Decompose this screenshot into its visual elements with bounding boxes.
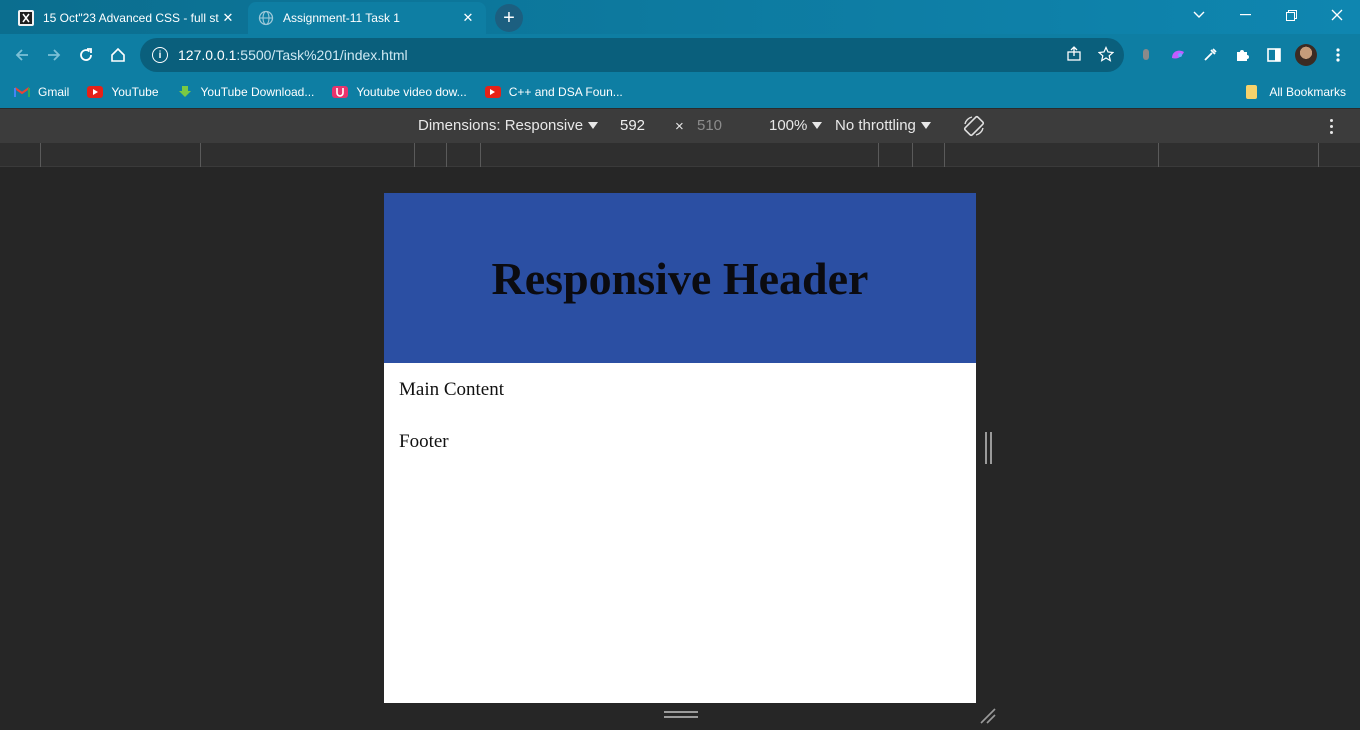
extension-ai-icon[interactable] xyxy=(1167,44,1189,66)
rotate-icon[interactable] xyxy=(962,114,986,138)
globe-icon xyxy=(258,10,274,26)
download-icon xyxy=(177,86,193,98)
address-bar[interactable]: i 127.0.0.1:5500/Task%201/index.html xyxy=(140,38,1124,72)
home-icon[interactable] xyxy=(104,41,132,69)
zoom-value: 100% xyxy=(769,117,808,134)
height-value: 510 xyxy=(697,117,723,134)
tab-title: 15 Oct"23 Advanced CSS - full st xyxy=(43,11,219,25)
close-tab-icon[interactable]: ✕ xyxy=(220,10,236,26)
bookmarks-bar: Gmail YouTube YouTube Download... Youtub… xyxy=(0,76,1360,108)
bookmark-gmail[interactable]: Gmail xyxy=(14,85,69,99)
close-window-icon[interactable] xyxy=(1314,0,1360,30)
u-icon xyxy=(332,86,349,98)
height-input[interactable]: 510 xyxy=(697,117,722,134)
all-bookmarks-label: All Bookmarks xyxy=(1269,85,1346,99)
url-path: :5500/Task%201/index.html xyxy=(236,47,408,63)
menu-icon[interactable] xyxy=(1327,44,1349,66)
youtube-icon xyxy=(484,86,501,98)
header-title: Responsive Header xyxy=(491,252,869,304)
restore-icon[interactable] xyxy=(1268,0,1314,30)
bookmark-youtube-video-downloader[interactable]: Youtube video dow... xyxy=(332,85,467,99)
zoom-dropdown[interactable]: 100% xyxy=(769,117,823,134)
bookmark-label: Youtube video dow... xyxy=(356,85,467,99)
media-query-ruler xyxy=(0,143,1360,167)
back-icon[interactable] xyxy=(8,41,36,69)
browser-toolbar: i 127.0.0.1:5500/Task%201/index.html xyxy=(0,34,1360,76)
tab-active[interactable]: Assignment-11 Task 1 ✕ xyxy=(248,2,486,34)
caret-down-icon xyxy=(588,122,599,129)
url-host: 127.0.0.1 xyxy=(178,47,237,63)
throttling-dropdown[interactable]: No throttling xyxy=(835,117,931,134)
share-icon[interactable] xyxy=(1062,42,1086,66)
width-input[interactable]: 592 xyxy=(620,117,645,134)
responsive-viewport: Responsive Header Main Content Footer xyxy=(384,193,976,703)
site-header: Responsive Header xyxy=(384,193,976,363)
tab-strip: 15 Oct"23 Advanced CSS - full st ✕ Assig… xyxy=(0,0,1360,34)
main-content: Main Content xyxy=(399,379,505,400)
bookmark-label: C++ and DSA Foun... xyxy=(508,85,623,99)
bottom-resize-handle[interactable] xyxy=(664,711,698,719)
times-icon: × xyxy=(675,118,684,135)
gmail-icon xyxy=(14,86,30,98)
bookmark-cpp-dsa[interactable]: C++ and DSA Foun... xyxy=(484,85,623,99)
forward-icon[interactable] xyxy=(40,41,68,69)
width-value: 592 xyxy=(620,117,646,134)
bookmark-youtube-downloader[interactable]: YouTube Download... xyxy=(177,85,315,99)
close-tab-icon[interactable]: ✕ xyxy=(460,10,476,26)
caret-down-icon xyxy=(812,122,823,129)
bookmark-youtube[interactable]: YouTube xyxy=(87,85,159,99)
device-toolbar: Dimensions: Responsive 592 × 510 100% No… xyxy=(0,108,1360,143)
tab-inactive[interactable]: 15 Oct"23 Advanced CSS - full st ✕ xyxy=(8,2,246,34)
corner-resize-handle[interactable] xyxy=(979,707,997,725)
extension-mic-icon[interactable] xyxy=(1135,44,1157,66)
site-favicon-icon xyxy=(18,10,34,26)
folder-icon xyxy=(1246,85,1258,99)
minimize-icon[interactable] xyxy=(1222,0,1268,30)
reload-icon[interactable] xyxy=(72,41,100,69)
bookmark-label: Gmail xyxy=(38,85,70,99)
all-bookmarks[interactable]: All Bookmarks xyxy=(1246,76,1346,108)
footer: Footer xyxy=(399,431,449,452)
bookmark-star-icon[interactable] xyxy=(1094,42,1118,66)
dimensions-dropdown[interactable]: Dimensions: Responsive xyxy=(418,117,599,134)
throttling-value: No throttling xyxy=(835,117,916,134)
tab-search-icon[interactable] xyxy=(1176,0,1222,30)
new-tab-button[interactable]: + xyxy=(495,4,523,32)
right-resize-handle[interactable] xyxy=(985,432,993,464)
profile-avatar[interactable] xyxy=(1295,44,1317,66)
tab-title: Assignment-11 Task 1 xyxy=(283,11,400,25)
eyedropper-icon[interactable] xyxy=(1199,44,1221,66)
site-info-icon[interactable]: i xyxy=(152,47,168,63)
dimensions-label: Dimensions: Responsive xyxy=(418,117,584,134)
extensions-puzzle-icon[interactable] xyxy=(1231,44,1253,66)
caret-down-icon xyxy=(920,122,931,129)
bookmark-label: YouTube Download... xyxy=(200,85,315,99)
bookmark-label: YouTube xyxy=(111,85,159,99)
side-panel-icon[interactable] xyxy=(1263,44,1285,66)
more-options-icon[interactable] xyxy=(1322,115,1340,137)
youtube-icon xyxy=(87,86,104,98)
